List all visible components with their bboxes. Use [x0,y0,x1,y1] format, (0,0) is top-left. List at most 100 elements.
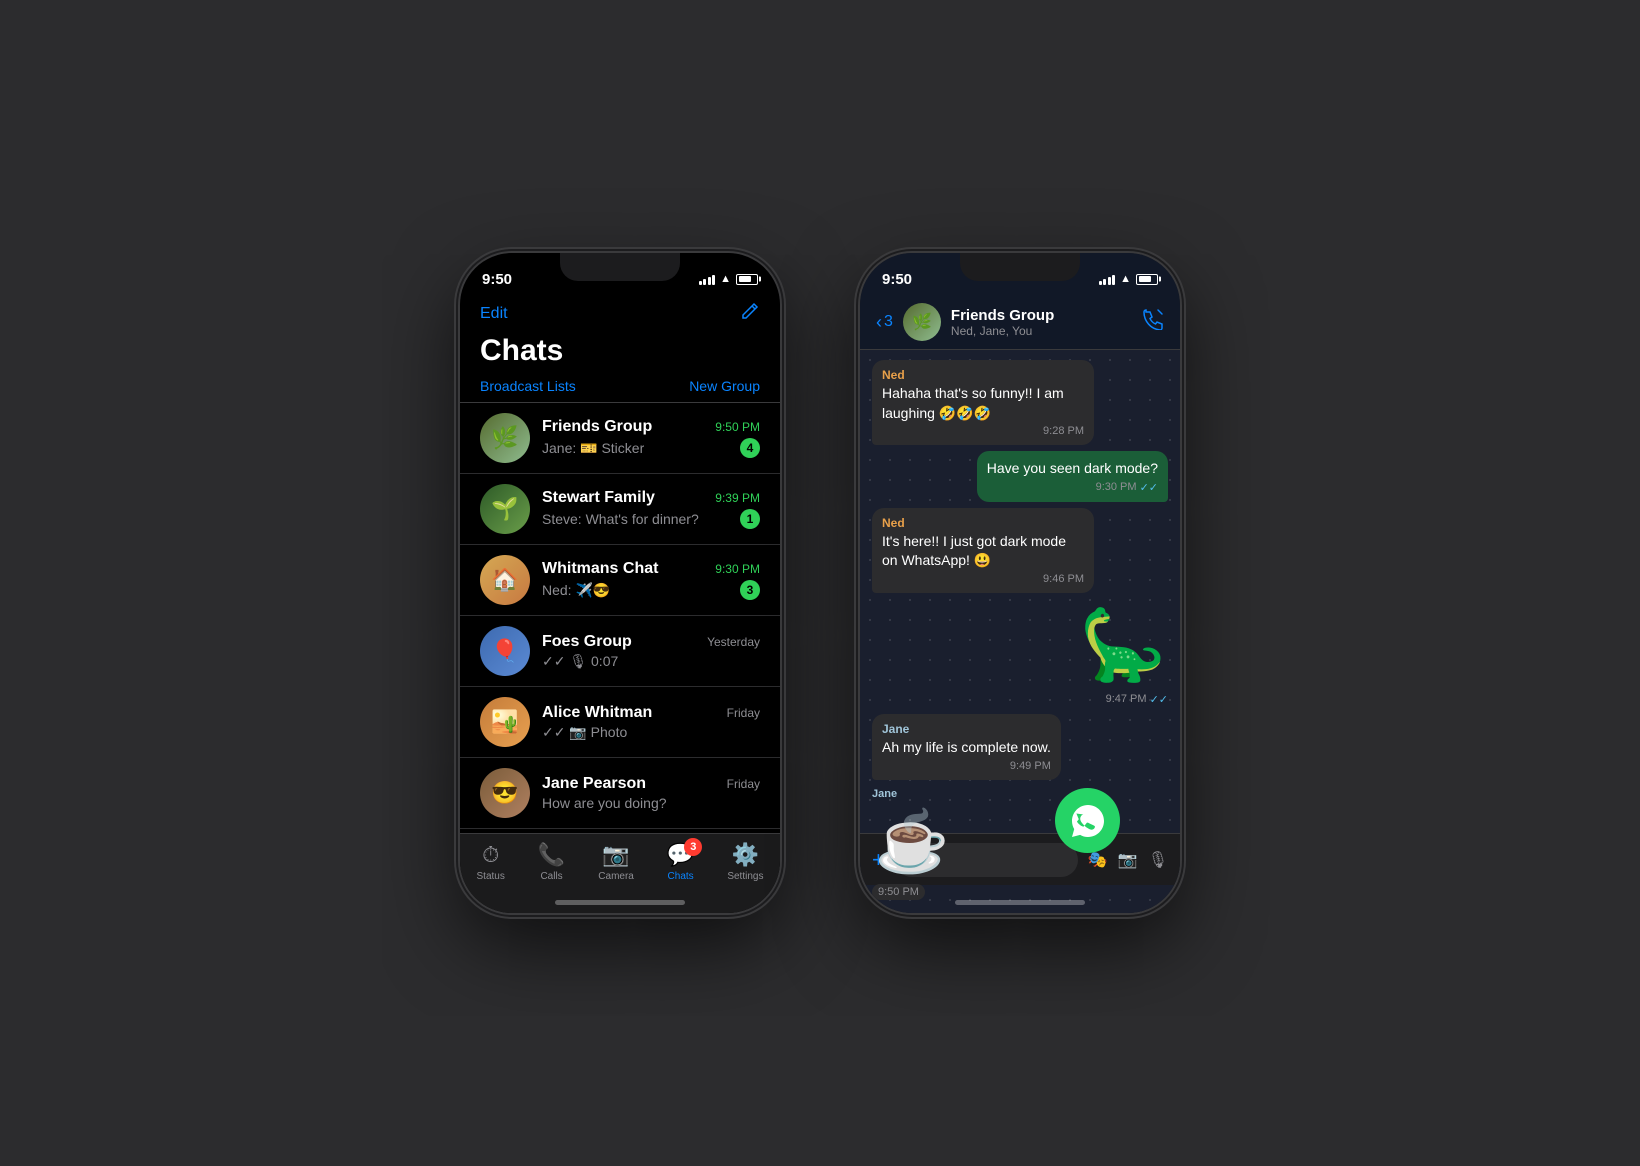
chat-top-friends: Friends Group 9:50 PM [542,418,760,436]
chat-top-alice: Alice Whitman Friday [542,704,760,722]
whatsapp-logo [1055,788,1120,853]
sender-jane-1: Jane [882,722,1051,736]
chat-top-stewart: Stewart Family 9:39 PM [542,489,760,507]
avatar-alice-whitman: 🏜️ [480,697,530,747]
sender-ned-1: Ned [882,368,1084,382]
bar2 [703,279,706,285]
chat-name-alice: Alice Whitman [542,704,652,722]
chat-item-alice-whitman[interactable]: 🏜️ Alice Whitman Friday ✓✓ 📷 Photo [460,687,780,758]
chats-toolbar: Broadcast Lists New Group [460,378,780,403]
sticker-dino-msg: 🦕 9:47 PM ✓✓ [1078,601,1168,706]
tab-settings[interactable]: ⚙️ Settings [727,842,763,882]
tab-calls[interactable]: 📞 Calls [538,842,565,882]
battery-fill-2 [1139,276,1152,282]
avatar-jane-pearson: 😎 [480,768,530,818]
group-name: Friends Group [951,307,1132,324]
chat-name-stewart: Stewart Family [542,489,655,507]
chat-info-friends: Friends Group 9:50 PM Jane: 🎫 Sticker 4 [542,418,760,458]
call-button[interactable] [1142,308,1164,336]
msg-time-ned-1: 9:28 PM [882,425,1084,437]
mic-input-icon[interactable]: 🎙 [1148,850,1168,870]
sticker-time-sent: 9:47 PM ✓✓ [1078,693,1168,706]
phone2-screen: 9:50 ▲ ‹ 3 [860,253,1180,913]
tab-status[interactable]: ⏱ Status [477,842,505,882]
edit-button[interactable]: Edit [480,305,508,323]
chat-preview-whitmans: Ned: ✈️😎 [542,582,610,599]
phone1-screen: 9:50 ▲ Edit [460,253,780,913]
chat-info-whitmans: Whitmans Chat 9:30 PM Ned: ✈️😎 3 [542,560,760,600]
chat-bottom-stewart: Steve: What's for dinner? 1 [542,509,760,529]
group-avatar-emoji: 🌿 [912,312,932,332]
signal-icon-2 [1099,274,1116,285]
new-group-button[interactable]: New Group [689,378,760,394]
page-title: Chats [460,334,780,378]
wifi-icon: ▲ [720,273,731,285]
msg-text-jane-1: Ah my life is complete now. [882,738,1051,758]
chat-item-friends-group[interactable]: 🌿 Friends Group 9:50 PM Jane: 🎫 Sticker … [460,403,780,474]
status-bar-1: 9:50 ▲ [460,253,780,297]
avatar-foes-group: 🎈 [480,626,530,676]
chat-top-jane: Jane Pearson Friday [542,775,760,793]
msg-text-ned-2: It's here!! I just got dark mode on What… [882,532,1084,571]
chat-bottom-whitmans: Ned: ✈️😎 3 [542,580,760,600]
whatsapp-circle [1055,788,1120,853]
bar4 [712,275,715,285]
battery-icon [736,274,758,285]
bar3b [1108,277,1111,285]
group-info[interactable]: Friends Group Ned, Jane, You [951,307,1132,338]
tick-sticker: ✓✓ [1150,693,1168,706]
sender-jane-sticker: Jane [872,788,952,800]
compose-button[interactable] [740,301,760,326]
group-subtitle: Ned, Jane, You [951,324,1132,338]
chat-time-alice: Friday [727,706,760,720]
camera-tab-icon: 📷 [602,842,629,868]
chat-top-whitmans: Whitmans Chat 9:30 PM [542,560,760,578]
message-sent-1: Have you seen dark mode? 9:30 PM ✓✓ [977,451,1168,502]
msg-time-sent-1: 9:30 PM ✓✓ [987,481,1158,494]
broadcast-lists-button[interactable]: Broadcast Lists [480,378,576,394]
scene: 9:50 ▲ Edit [460,253,1180,913]
chats-tab-badge: 3 [684,838,702,856]
chat-info-stewart: Stewart Family 9:39 PM Steve: What's for… [542,489,760,529]
camera-tab-label: Camera [598,871,634,882]
bar1b [1099,281,1102,285]
home-indicator-2 [955,900,1085,905]
chat-preview-foes: ✓✓ 🎙 0:07 [542,653,618,670]
chat-time-friends: 9:50 PM [715,420,760,434]
tab-camera[interactable]: 📷 Camera [598,842,634,882]
time-2: 9:50 [882,271,912,288]
camera-input-icon[interactable]: 📷 [1118,850,1138,870]
chat-item-stewart-family[interactable]: 🌱 Stewart Family 9:39 PM Steve: What's f… [460,474,780,545]
chat-item-foes-group[interactable]: 🎈 Foes Group Yesterday ✓✓ 🎙 0:07 [460,616,780,687]
chat-badge-stewart: 1 [740,509,760,529]
status-tab-icon: ⏱ [482,842,499,868]
settings-tab-label: Settings [727,871,763,882]
chat-bottom-jane: How are you doing? [542,795,760,811]
chat-preview-alice: ✓✓ 📷 Photo [542,724,627,741]
messages-area: Ned Hahaha that's so funny!! I am laughi… [860,350,1180,913]
phone-chat-view: 9:50 ▲ ‹ 3 [860,253,1180,913]
chat-bottom-alice: ✓✓ 📷 Photo [542,724,760,741]
chat-info-alice: Alice Whitman Friday ✓✓ 📷 Photo [542,704,760,741]
chat-name-whitmans: Whitmans Chat [542,560,658,578]
message-jane-1: Jane Ah my life is complete now. 9:49 PM [872,714,1061,780]
chat-preview-jane: How are you doing? [542,795,667,811]
bar4b [1112,275,1115,285]
back-chevron-icon: ‹ [876,312,882,333]
status-icons-2: ▲ [1099,273,1158,285]
chat-info-jane: Jane Pearson Friday How are you doing? [542,775,760,811]
bar3 [708,277,711,285]
coffee-sticker: ☕ [872,802,952,882]
message-ned-1: Ned Hahaha that's so funny!! I am laughi… [872,360,1094,445]
back-button[interactable]: ‹ 3 [876,312,893,333]
chat-item-jane-pearson[interactable]: 😎 Jane Pearson Friday How are you doing? [460,758,780,829]
calls-tab-icon: 📞 [538,842,565,868]
settings-tab-icon: ⚙️ [732,842,759,868]
tab-chats[interactable]: 💬 3 Chats [667,842,694,882]
chat-item-whitmans-chat[interactable]: 🏠 Whitmans Chat 9:30 PM Ned: ✈️😎 3 [460,545,780,616]
group-avatar: 🌿 [903,303,941,341]
bar2b [1103,279,1106,285]
phone-chats: 9:50 ▲ Edit [460,253,780,913]
chat-info-foes: Foes Group Yesterday ✓✓ 🎙 0:07 [542,633,760,670]
chat-bottom-friends: Jane: 🎫 Sticker 4 [542,438,760,458]
